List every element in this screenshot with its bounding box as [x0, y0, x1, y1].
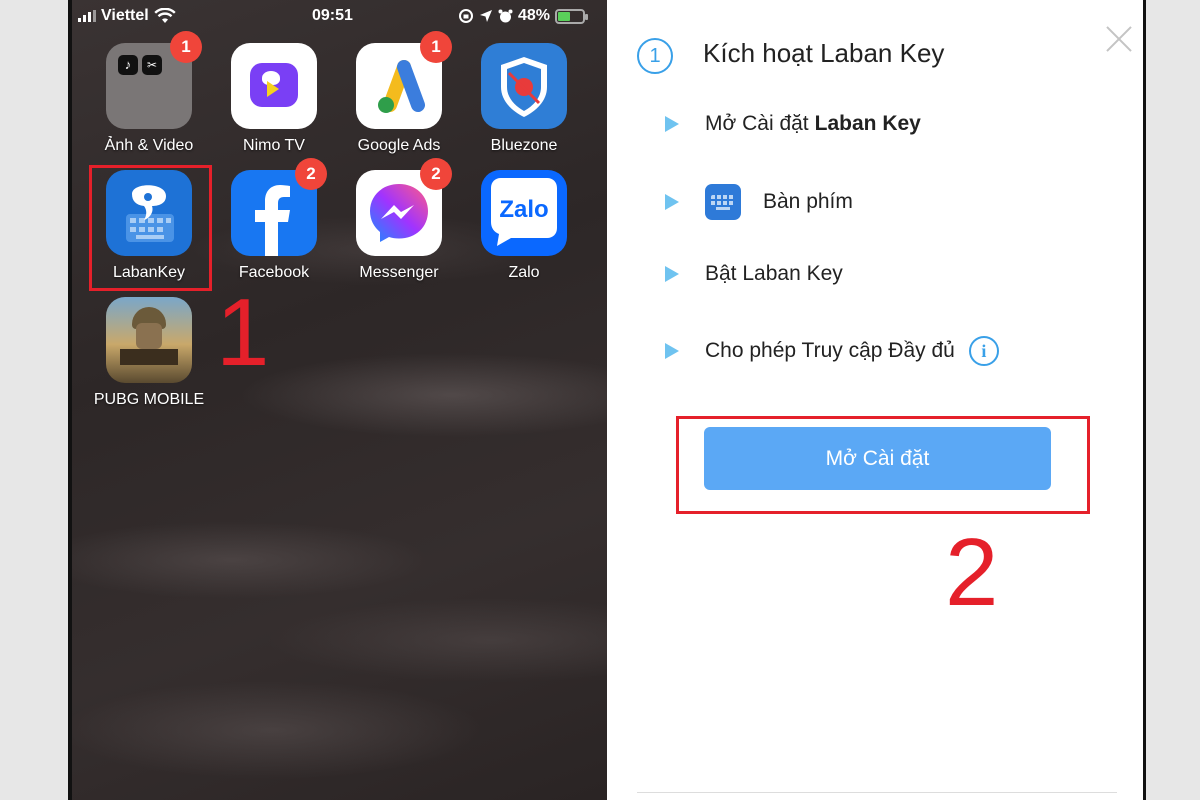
panel-title: Kích hoạt Laban Key: [703, 38, 945, 68]
app-facebook[interactable]: 2 Facebook: [214, 158, 334, 282]
status-left: Viettel: [78, 7, 176, 25]
annotation-step-2: 2: [945, 519, 999, 626]
bluezone-icon: [481, 43, 567, 129]
zalo-wordmark: Zalo: [499, 196, 548, 223]
annotation-step-1: 1: [216, 279, 270, 386]
app-photos-videos-folder[interactable]: ♪ ✂ 1 Ảnh & Video: [89, 31, 209, 155]
app-google-ads[interactable]: 1 Google Ads: [339, 31, 459, 155]
app-label: Bluezone: [490, 137, 558, 154]
notification-badge: 1: [170, 31, 202, 63]
info-icon[interactable]: i: [968, 336, 999, 366]
app-label: Zalo: [508, 264, 540, 281]
app-label: Nimo TV: [243, 137, 305, 154]
app-pubg-mobile[interactable]: PUBG MOBILE: [89, 297, 209, 409]
app-label: PUBG MOBILE: [93, 391, 205, 408]
app-nimo-tv[interactable]: Nimo TV: [214, 43, 334, 155]
app-bluezone[interactable]: Bluezone: [464, 43, 584, 155]
google-ads-icon: 1: [356, 31, 452, 129]
lock-rotation-icon: [459, 9, 473, 23]
alarm-icon: [498, 9, 513, 22]
location-icon: [480, 10, 492, 22]
notification-badge: 1: [420, 31, 452, 63]
wifi-icon: [154, 8, 176, 23]
battery-icon: [555, 8, 589, 24]
nimo-tv-icon: [231, 43, 317, 129]
open-settings-button[interactable]: Mở Cài đặt: [704, 427, 1051, 490]
messenger-icon: 2: [356, 158, 452, 256]
step-full-access: Cho phép Truy cập Đầy đủ i: [665, 336, 999, 366]
pubg-banner: [120, 349, 178, 365]
bluezone-shield: [501, 57, 547, 117]
highlight-labankey: [89, 165, 212, 291]
notification-badge: 2: [420, 158, 452, 190]
activation-panel: 1 Kích hoạt Laban Key Mở Cài đặt Laban K…: [607, 0, 1143, 800]
tiktok-mini-icon: ♪: [118, 55, 138, 75]
battery-fill: [558, 11, 570, 21]
step-text-bold: Laban Key: [814, 112, 921, 135]
app-label: Google Ads: [357, 137, 441, 154]
keyboard-icon: [705, 184, 741, 220]
app-messenger[interactable]: 2 Messenger: [339, 158, 459, 282]
step-index-badge: 1: [637, 38, 673, 74]
notification-badge: 2: [295, 158, 327, 190]
step-open-settings: Mở Cài đặt Laban Key: [665, 112, 921, 136]
signal-icon: [78, 10, 96, 22]
app-zalo[interactable]: Zalo Zalo: [464, 170, 584, 282]
app-label: Messenger: [359, 264, 439, 281]
status-bar: Viettel 09:51 48%: [72, 0, 608, 32]
app-label: Ảnh & Video: [104, 137, 194, 154]
facebook-icon: 2: [231, 158, 327, 256]
status-time: 09:51: [312, 7, 353, 24]
step-enable-laban-key: Bật Laban Key: [665, 262, 843, 286]
zalo-icon: Zalo: [481, 170, 567, 256]
status-right: 48%: [458, 7, 589, 25]
step-text: Cho phép Truy cập Đầy đủ: [705, 339, 955, 362]
close-icon[interactable]: [1102, 22, 1136, 56]
step-text: Mở Cài đặt: [705, 112, 809, 135]
bullet-arrow-icon: [665, 343, 679, 359]
bullet-arrow-icon: [665, 266, 679, 282]
folder-icon: ♪ ✂ 1: [106, 31, 202, 129]
battery-percent: 48%: [518, 7, 551, 24]
pubg-face: [136, 323, 162, 349]
home-screen: Viettel 09:51 48% ♪ ✂ 1 Ảnh & Video Nimo…: [72, 0, 608, 800]
carrier-label: Viettel: [101, 7, 149, 24]
capcut-mini-icon: ✂: [142, 55, 162, 75]
pubg-mobile-icon: [106, 297, 192, 383]
bullet-arrow-icon: [665, 116, 679, 132]
step-keyboard: Bàn phím: [665, 184, 853, 220]
divider: [637, 792, 1117, 793]
zalo-logo: Zalo: [491, 178, 557, 246]
nimo-tv-play: [267, 81, 279, 97]
step-text: Bật Laban Key: [705, 262, 843, 285]
step-text: Bàn phím: [763, 190, 853, 213]
bullet-arrow-icon: [665, 194, 679, 210]
